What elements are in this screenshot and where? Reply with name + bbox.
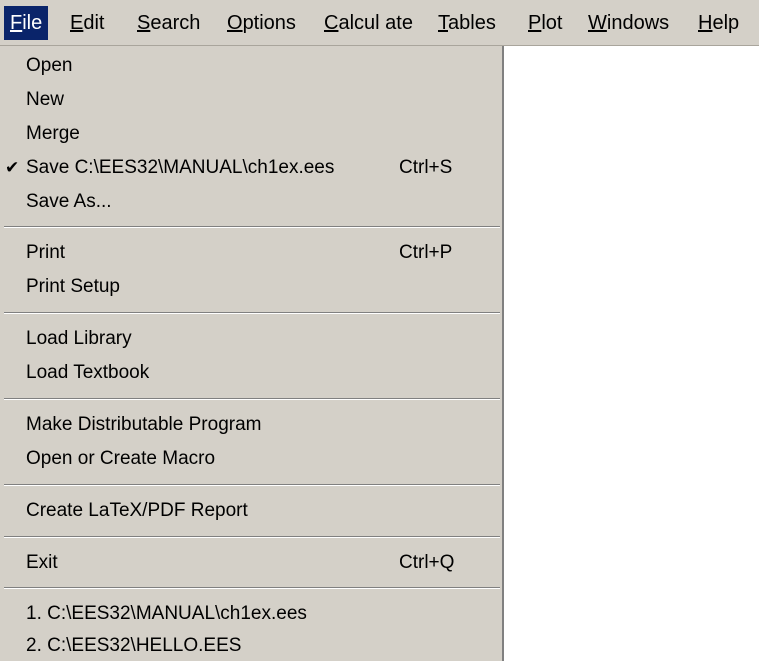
- menu-search[interactable]: Search: [131, 6, 206, 40]
- menu-tables-mnemonic: T: [438, 12, 448, 34]
- shortcut-label: Ctrl+P: [399, 242, 453, 263]
- menu-options-label: ptions: [242, 12, 296, 34]
- menu-item-save-as[interactable]: Save As...: [0, 185, 500, 218]
- menu-item-make-distributable[interactable]: Make Distributable Program: [0, 408, 500, 441]
- menu-calculate[interactable]: Calcul ate: [318, 6, 419, 40]
- menu-item-merge[interactable]: Merge: [0, 117, 500, 150]
- menu-item-label: Load Textbook: [26, 362, 150, 383]
- menu-plot-mnemonic: P: [528, 12, 542, 34]
- menu-item-label: Save C:\EES32\MANUAL\ch1ex.ees: [26, 157, 335, 178]
- menu-item-open-create-macro[interactable]: Open or Create Macro: [0, 442, 500, 475]
- menu-item-create-report[interactable]: Create LaTeX/PDF Report: [0, 494, 500, 527]
- menu-options[interactable]: Options: [221, 6, 302, 40]
- menu-item-label: Open: [26, 55, 73, 76]
- menu-help-mnemonic: H: [698, 12, 713, 34]
- menu-item-label: Merge: [26, 123, 80, 144]
- menu-item-label: Print Setup: [26, 276, 120, 297]
- menu-search-label: earch: [150, 12, 201, 34]
- menu-item-save[interactable]: ✔ Save C:\EES32\MANUAL\ch1ex.ees Ctrl+S: [0, 151, 500, 184]
- menu-bar: File Edit Search Options Calcul ate Tabl…: [0, 0, 759, 46]
- menu-file-mnemonic: F: [10, 12, 23, 34]
- menu-item-label: Make Distributable Program: [26, 414, 262, 435]
- menu-search-mnemonic: S: [137, 12, 151, 34]
- menu-item-print[interactable]: Print Ctrl+P: [0, 236, 500, 269]
- menu-item-label: Exit: [26, 552, 58, 573]
- file-menu-dropdown: Open New Merge ✔ Save C:\EES32\MANUAL\ch…: [0, 46, 504, 661]
- menu-item-recent-file-1[interactable]: 1. C:\EES32\MANUAL\ch1ex.ees: [0, 597, 500, 630]
- menu-separator: [4, 398, 500, 400]
- menu-edit[interactable]: Edit: [64, 6, 110, 40]
- menu-help[interactable]: Help: [692, 6, 745, 40]
- menu-item-load-library[interactable]: Load Library: [0, 322, 500, 355]
- menu-item-label: Print: [26, 242, 66, 263]
- menu-item-load-textbook[interactable]: Load Textbook: [0, 356, 500, 389]
- menu-options-mnemonic: O: [227, 12, 243, 34]
- menu-item-new[interactable]: New: [0, 83, 500, 116]
- menu-windows-mnemonic: W: [588, 12, 607, 34]
- menu-item-print-setup[interactable]: Print Setup: [0, 270, 500, 303]
- menu-item-label: 1. C:\EES32\MANUAL\ch1ex.ees: [26, 603, 307, 624]
- menu-item-open[interactable]: Open: [0, 49, 500, 82]
- menu-item-label: 2. C:\EES32\HELLO.EES: [26, 635, 242, 656]
- menu-calculate-label: alcul ate: [338, 12, 413, 34]
- shortcut-label: Ctrl+Q: [399, 552, 455, 573]
- menu-item-label: Save As...: [26, 191, 112, 212]
- menu-file[interactable]: File: [4, 6, 49, 40]
- menu-separator: [4, 312, 500, 314]
- menu-edit-mnemonic: E: [70, 12, 84, 34]
- menu-edit-label: dit: [83, 12, 105, 34]
- menu-separator: [4, 226, 500, 228]
- menu-windows-label: indows: [606, 12, 670, 34]
- menu-separator: [4, 536, 500, 538]
- menu-item-label: New: [26, 89, 65, 110]
- menu-item-label: Open or Create Macro: [26, 448, 216, 469]
- menu-separator: [4, 587, 500, 589]
- menu-file-label: ile: [22, 12, 43, 34]
- menu-help-label: elp: [712, 12, 740, 34]
- checkmark-icon: ✔: [5, 158, 20, 177]
- menu-windows[interactable]: Windows: [582, 6, 675, 40]
- menu-item-exit[interactable]: Exit Ctrl+Q: [0, 546, 500, 579]
- menu-plot-label: lot: [541, 12, 563, 34]
- menu-item-label: Load Library: [26, 328, 132, 349]
- shortcut-label: Ctrl+S: [399, 157, 453, 178]
- menu-tables[interactable]: Tables: [432, 6, 502, 40]
- menu-calculate-mnemonic: C: [324, 12, 339, 34]
- menu-item-recent-file-2[interactable]: 2. C:\EES32\HELLO.EES: [0, 629, 500, 662]
- menu-item-label: Create LaTeX/PDF Report: [26, 500, 248, 521]
- menu-tables-label: ables: [448, 12, 496, 34]
- menu-plot[interactable]: Plot: [522, 6, 568, 40]
- menu-separator: [4, 484, 500, 486]
